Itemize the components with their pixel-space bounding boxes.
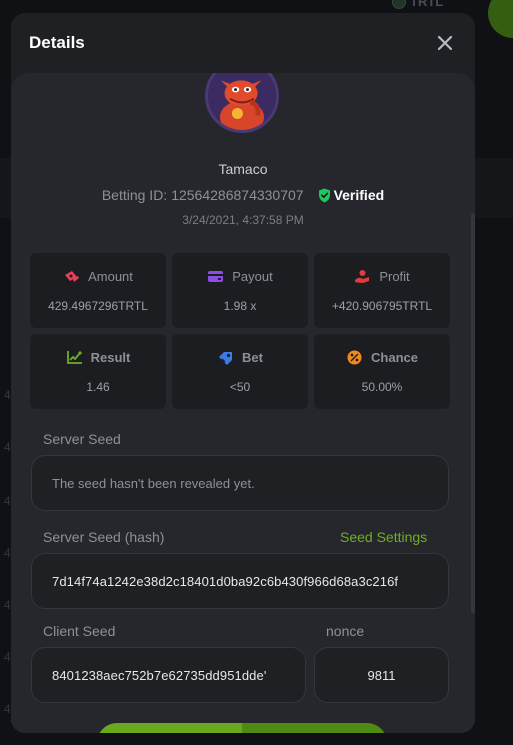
amount-icon — [63, 269, 80, 284]
verify-button-right — [242, 723, 387, 733]
stat-header: Amount — [30, 269, 166, 284]
betting-id-label: Betting ID: — [101, 187, 168, 203]
stat-header: Profit — [314, 269, 450, 284]
verified-badge: Verified — [318, 187, 385, 203]
verified-label: Verified — [333, 187, 385, 203]
close-icon — [437, 35, 453, 51]
stat-value: +420.906795TRTL — [331, 299, 433, 313]
wallet-icon — [207, 269, 224, 284]
stat-card-amount: Amount 429.4967296TRTL — [30, 253, 166, 328]
stat-label: Profit — [379, 269, 410, 284]
stat-label: Payout — [232, 269, 273, 284]
server-seed-field[interactable]: The seed hasn't been revealed yet. — [31, 455, 449, 511]
stat-value: <50 — [229, 380, 251, 394]
details-content[interactable]: Tamaco Betting ID: 12564286874330707 Ver… — [11, 73, 475, 733]
percent-icon — [346, 350, 363, 365]
client-seed-label: Client Seed — [43, 623, 116, 639]
betting-id-row: Betting ID: 12564286874330707 Verified — [11, 187, 475, 203]
verify-button-left — [97, 723, 242, 733]
stat-header: Result — [30, 350, 166, 365]
stat-card-chance: Chance 50.00% — [314, 334, 450, 409]
stat-value: 1.46 — [86, 380, 110, 394]
stat-value: 429.4967296TRTL — [48, 299, 148, 313]
shield-check-icon — [318, 188, 331, 203]
server-seed-hash-field[interactable]: 7d14f74a1242e38d2c18401d0ba92c6b430f966d… — [31, 553, 449, 609]
modal-title: Details — [29, 33, 85, 52]
stat-header: Bet — [172, 350, 308, 365]
bet-details-modal: Details Tamaco Betting ID: 1256428687433… — [11, 13, 475, 733]
close-button[interactable] — [435, 33, 455, 53]
modal-header: Details — [11, 13, 475, 71]
avatar — [205, 73, 279, 133]
scrollbar-thumb[interactable] — [471, 213, 475, 613]
verify-button[interactable] — [97, 723, 387, 733]
username: Tamaco — [218, 161, 268, 177]
seed-settings-link[interactable]: Seed Settings — [340, 529, 427, 545]
stat-header: Chance — [314, 350, 450, 365]
server-seed-hash-label: Server Seed (hash) — [43, 529, 165, 545]
stat-label: Chance — [371, 350, 418, 365]
server-seed-label: Server Seed — [43, 431, 121, 447]
stat-label: Amount — [88, 269, 133, 284]
stat-card-payout: Payout 1.98 x — [172, 253, 308, 328]
nonce-label: nonce — [326, 623, 365, 639]
stat-value: 1.98 x — [223, 299, 257, 313]
stat-label: Result — [90, 350, 131, 365]
bet-stats-grid: Amount 429.4967296TRTL Payout 1.98 x Pro… — [30, 253, 450, 409]
stat-label: Bet — [242, 350, 263, 365]
stat-card-bet: Bet <50 — [172, 334, 308, 409]
dragon-avatar-image — [208, 73, 276, 130]
result-chart-icon — [66, 350, 83, 365]
client-seed-field[interactable]: 8401238aec752b7e62735dd951dde' — [31, 647, 306, 703]
stat-card-profit: Profit +420.906795TRTL — [314, 253, 450, 328]
stat-value: 50.00% — [361, 380, 403, 394]
bet-tag-icon — [217, 350, 234, 365]
stat-header: Payout — [172, 269, 308, 284]
betting-id-value: 12564286874330707 — [171, 187, 304, 203]
stat-card-result: Result 1.46 — [30, 334, 166, 409]
bet-timestamp: 3/24/2021, 4:37:58 PM — [182, 213, 304, 227]
profit-icon — [354, 269, 371, 284]
nonce-field[interactable]: 9811 — [314, 647, 449, 703]
